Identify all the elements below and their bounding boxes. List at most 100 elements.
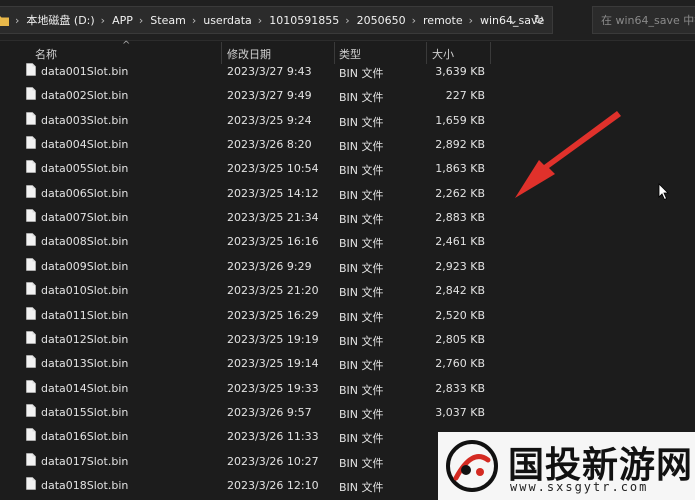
breadcrumb-item[interactable]: userdata bbox=[203, 14, 252, 27]
file-row[interactable]: data010Slot.bin 2023/3/25 21:20 BIN 文件 2,84… bbox=[0, 279, 695, 303]
file-icon bbox=[26, 184, 36, 198]
file-row[interactable]: data002Slot.bin 2023/3/27 9:49 BIN 文件 227 K… bbox=[0, 84, 695, 108]
file-type: BIN 文件 bbox=[339, 213, 384, 227]
file-type: BIN 文件 bbox=[339, 67, 384, 80]
file-size: 2,760 KB bbox=[435, 357, 485, 371]
folder-icon bbox=[0, 15, 9, 26]
file-row[interactable]: data013Slot.bin 2023/3/25 19:14 BIN 文件 2,76… bbox=[0, 352, 695, 376]
file-size: 1,863 KB bbox=[435, 162, 485, 176]
file-type: BIN 文件 bbox=[339, 261, 384, 275]
breadcrumb-item[interactable]: 2050650 bbox=[357, 14, 406, 27]
breadcrumb-separator[interactable]: › bbox=[469, 14, 473, 27]
file-type: BIN 文件 bbox=[339, 407, 384, 421]
file-name: data008Slot.bin bbox=[41, 235, 129, 249]
file-icon bbox=[26, 428, 36, 442]
file-type: BIN 文件 bbox=[339, 164, 384, 178]
file-icon bbox=[26, 404, 36, 417]
file-icon bbox=[26, 63, 36, 76]
file-modified-date: 2023/3/25 21:20 bbox=[227, 284, 319, 298]
breadcrumb: 本地磁盘 (D:) › APP › Steam › userdata › 1010591855 ›… bbox=[26, 12, 550, 28]
breadcrumb-separator[interactable]: › bbox=[345, 14, 349, 27]
breadcrumb-separator[interactable]: › bbox=[139, 14, 143, 27]
file-name: data002Slot.bin bbox=[41, 89, 129, 103]
file-size: 2,805 KB bbox=[435, 332, 485, 346]
file-row[interactable]: data009Slot.bin 2023/3/26 9:29 BIN 文件 2,923… bbox=[0, 255, 695, 279]
file-modified-date: 2023/3/26 9:57 bbox=[227, 405, 312, 419]
file-icon bbox=[26, 87, 36, 101]
breadcrumb-separator[interactable]: › bbox=[192, 14, 196, 27]
file-modified-date: 2023/3/26 11:33 bbox=[227, 430, 319, 444]
file-type: BIN 文件 bbox=[339, 432, 384, 446]
file-modified-date: 2023/3/26 10:27 bbox=[227, 454, 319, 468]
file-size: 3,639 KB bbox=[435, 65, 485, 78]
file-size: 2,842 KB bbox=[435, 284, 485, 298]
file-type: BIN 文件 bbox=[339, 188, 384, 202]
red-arrow-annotation bbox=[515, 111, 621, 198]
file-name: data001Slot.bin bbox=[41, 65, 129, 78]
file-modified-date: 2023/3/26 12:10 bbox=[227, 478, 319, 492]
breadcrumb-item[interactable]: Steam bbox=[150, 14, 186, 27]
file-row[interactable]: data012Slot.bin 2023/3/25 19:19 BIN 文件 2,80… bbox=[0, 328, 695, 352]
file-icon bbox=[26, 282, 36, 295]
file-icon bbox=[26, 306, 36, 320]
breadcrumb-item[interactable]: APP bbox=[112, 14, 133, 27]
file-type: BIN 文件 bbox=[339, 115, 384, 129]
search-placeholder: 在 win64_save 中搜索 bbox=[601, 14, 695, 27]
file-name: data014Slot.bin bbox=[41, 381, 129, 395]
breadcrumb-separator[interactable]: › bbox=[412, 14, 416, 27]
file-name: data011Slot.bin bbox=[41, 308, 129, 322]
file-type: BIN 文件 bbox=[339, 383, 384, 397]
file-name: data013Slot.bin bbox=[41, 357, 129, 371]
file-modified-date: 2023/3/25 16:29 bbox=[227, 308, 319, 322]
file-name: data005Slot.bin bbox=[41, 162, 129, 176]
file-type: BIN 文件 bbox=[339, 140, 384, 154]
file-modified-date: 2023/3/25 16:16 bbox=[227, 235, 319, 249]
watermark: 国投新游网 www.sxsgytr.com bbox=[438, 432, 695, 500]
file-icon bbox=[26, 160, 36, 174]
address-toolbar: › 本地磁盘 (D:) › APP › Steam › userdata › 101059185… bbox=[0, 0, 695, 41]
breadcrumb-separator[interactable]: › bbox=[101, 14, 105, 27]
file-row[interactable]: data001Slot.bin 2023/3/27 9:43 BIN 文件 3,639… bbox=[0, 60, 695, 84]
watermark-url: www.sxsgytr.com bbox=[510, 480, 649, 494]
file-name: data016Slot.bin bbox=[41, 430, 129, 444]
breadcrumb-item[interactable]: remote bbox=[423, 14, 463, 27]
file-name: data009Slot.bin bbox=[41, 259, 129, 273]
file-name: data018Slot.bin bbox=[41, 478, 129, 492]
file-size: 2,923 KB bbox=[435, 259, 485, 273]
file-row[interactable]: data015Slot.bin 2023/3/26 9:57 BIN 文件 3,037… bbox=[0, 401, 695, 425]
file-modified-date: 2023/3/26 8:20 bbox=[227, 138, 312, 152]
file-modified-date: 2023/3/25 9:24 bbox=[227, 113, 312, 127]
file-type: BIN 文件 bbox=[339, 359, 384, 373]
file-size: 2,833 KB bbox=[435, 381, 485, 395]
file-icon bbox=[26, 136, 36, 149]
file-modified-date: 2023/3/25 14:12 bbox=[227, 186, 319, 200]
breadcrumb-separator[interactable]: › bbox=[258, 14, 262, 27]
file-size: 2,883 KB bbox=[435, 211, 485, 225]
file-type: BIN 文件 bbox=[339, 480, 384, 494]
breadcrumb-item[interactable]: 1010591855 bbox=[269, 14, 339, 27]
file-name: data017Slot.bin bbox=[41, 454, 129, 468]
file-type: BIN 文件 bbox=[339, 91, 384, 105]
address-bar[interactable]: › 本地磁盘 (D:) › APP › Steam › userdata › 101059185… bbox=[0, 6, 553, 34]
breadcrumb-item[interactable]: 本地磁盘 (D:) bbox=[26, 14, 94, 27]
file-type: BIN 文件 bbox=[339, 286, 384, 300]
file-icon bbox=[26, 477, 36, 490]
file-row[interactable]: data011Slot.bin 2023/3/25 16:29 BIN 文件 2,52… bbox=[0, 304, 695, 328]
file-row[interactable]: data014Slot.bin 2023/3/25 19:33 BIN 文件 2,83… bbox=[0, 377, 695, 401]
file-icon bbox=[26, 379, 36, 393]
file-row[interactable]: data008Slot.bin 2023/3/25 16:16 BIN 文件 2,46… bbox=[0, 230, 695, 254]
chevron-down-icon[interactable]: ⌄ bbox=[500, 7, 526, 33]
mouse-cursor-icon bbox=[658, 183, 669, 201]
file-modified-date: 2023/3/25 21:34 bbox=[227, 211, 319, 225]
file-name: data007Slot.bin bbox=[41, 211, 129, 225]
file-modified-date: 2023/3/25 19:33 bbox=[227, 381, 319, 395]
file-size: 227 KB bbox=[445, 89, 485, 103]
file-row[interactable]: data007Slot.bin 2023/3/25 21:34 BIN 文件 2,88… bbox=[0, 206, 695, 230]
file-name: data004Slot.bin bbox=[41, 138, 129, 152]
file-modified-date: 2023/3/27 9:43 bbox=[227, 65, 312, 78]
file-size: 2,461 KB bbox=[435, 235, 485, 249]
file-size: 2,520 KB bbox=[435, 308, 485, 322]
refresh-icon[interactable]: ↻ bbox=[526, 7, 552, 33]
search-input[interactable]: 在 win64_save 中搜索 bbox=[592, 6, 695, 34]
file-modified-date: 2023/3/26 9:29 bbox=[227, 259, 312, 273]
